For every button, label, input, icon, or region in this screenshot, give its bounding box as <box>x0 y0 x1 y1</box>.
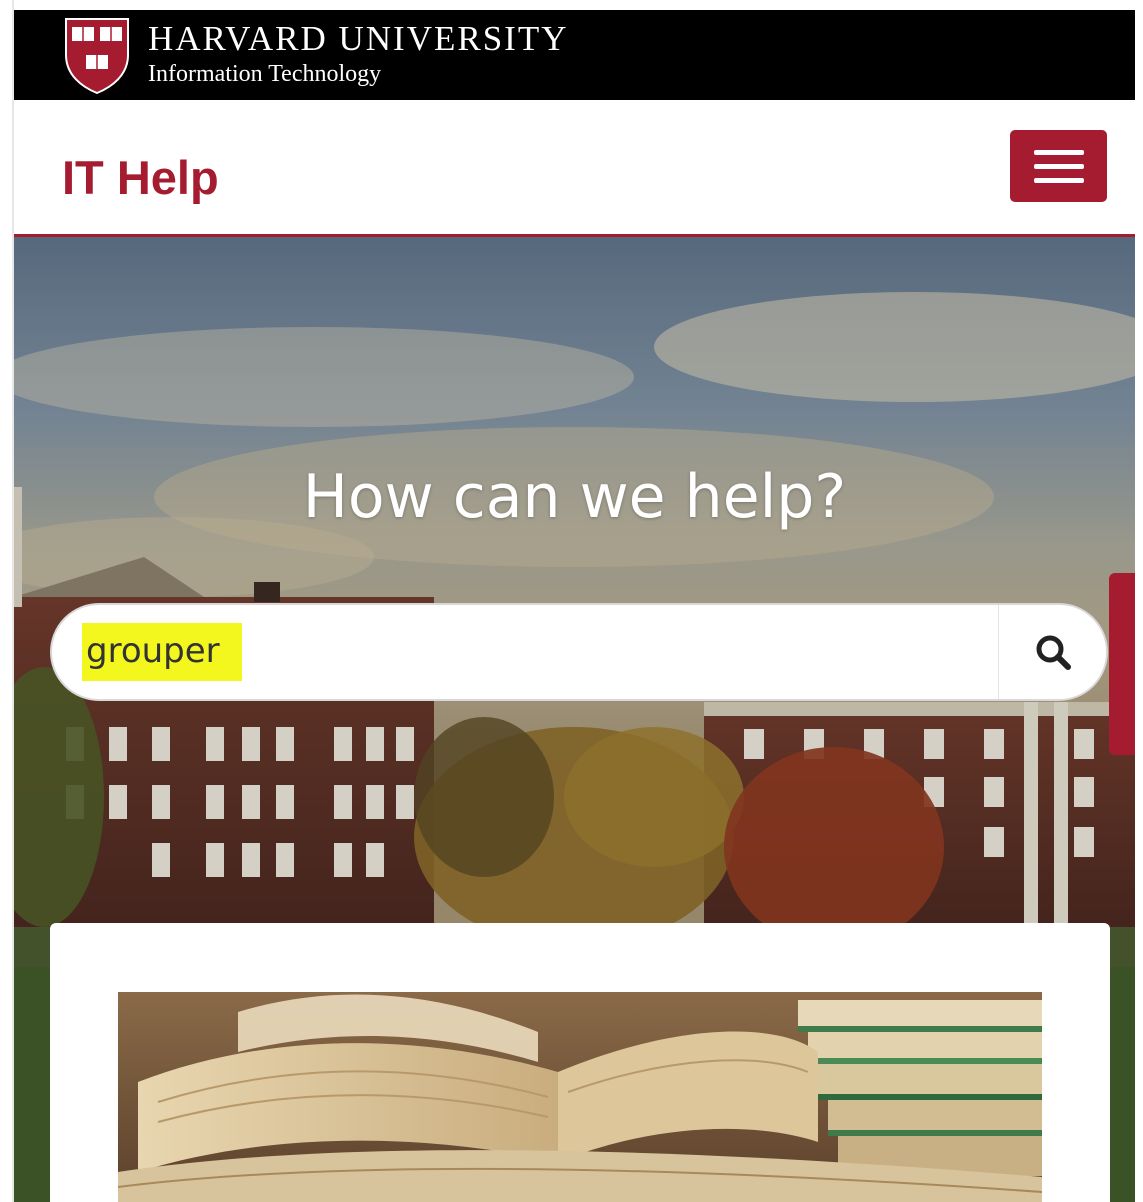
menu-button[interactable] <box>1010 130 1107 202</box>
search-bar[interactable]: grouper <box>50 603 1108 701</box>
hamburger-menu-icon <box>1033 149 1084 155</box>
university-name: HARVARD UNIVERSITY <box>148 19 569 58</box>
hero-heading: How can we help? <box>302 462 847 532</box>
feedback-tab[interactable] <box>1109 573 1135 755</box>
open-books-image <box>118 992 1042 1202</box>
site-title[interactable]: IT Help <box>62 150 219 206</box>
search-icon <box>1036 635 1071 670</box>
search-button[interactable] <box>998 605 1106 699</box>
page: HARVARD UNIVERSITY Information Technolog… <box>0 0 1143 1202</box>
hamburger-menu-icon <box>1033 163 1084 169</box>
window-edge <box>0 0 14 1202</box>
hero-banner: How can we help? grouper <box>14 237 1135 1202</box>
department-name: Information Technology <box>148 61 382 87</box>
harvard-shield-icon <box>65 18 129 95</box>
search-input[interactable]: grouper <box>52 605 998 699</box>
search-value: grouper <box>82 623 242 681</box>
site-header: IT Help <box>14 100 1135 237</box>
hamburger-menu-icon <box>1033 177 1084 183</box>
harvard-banner[interactable]: HARVARD UNIVERSITY Information Technolog… <box>14 10 1135 100</box>
content-card <box>50 923 1110 1202</box>
